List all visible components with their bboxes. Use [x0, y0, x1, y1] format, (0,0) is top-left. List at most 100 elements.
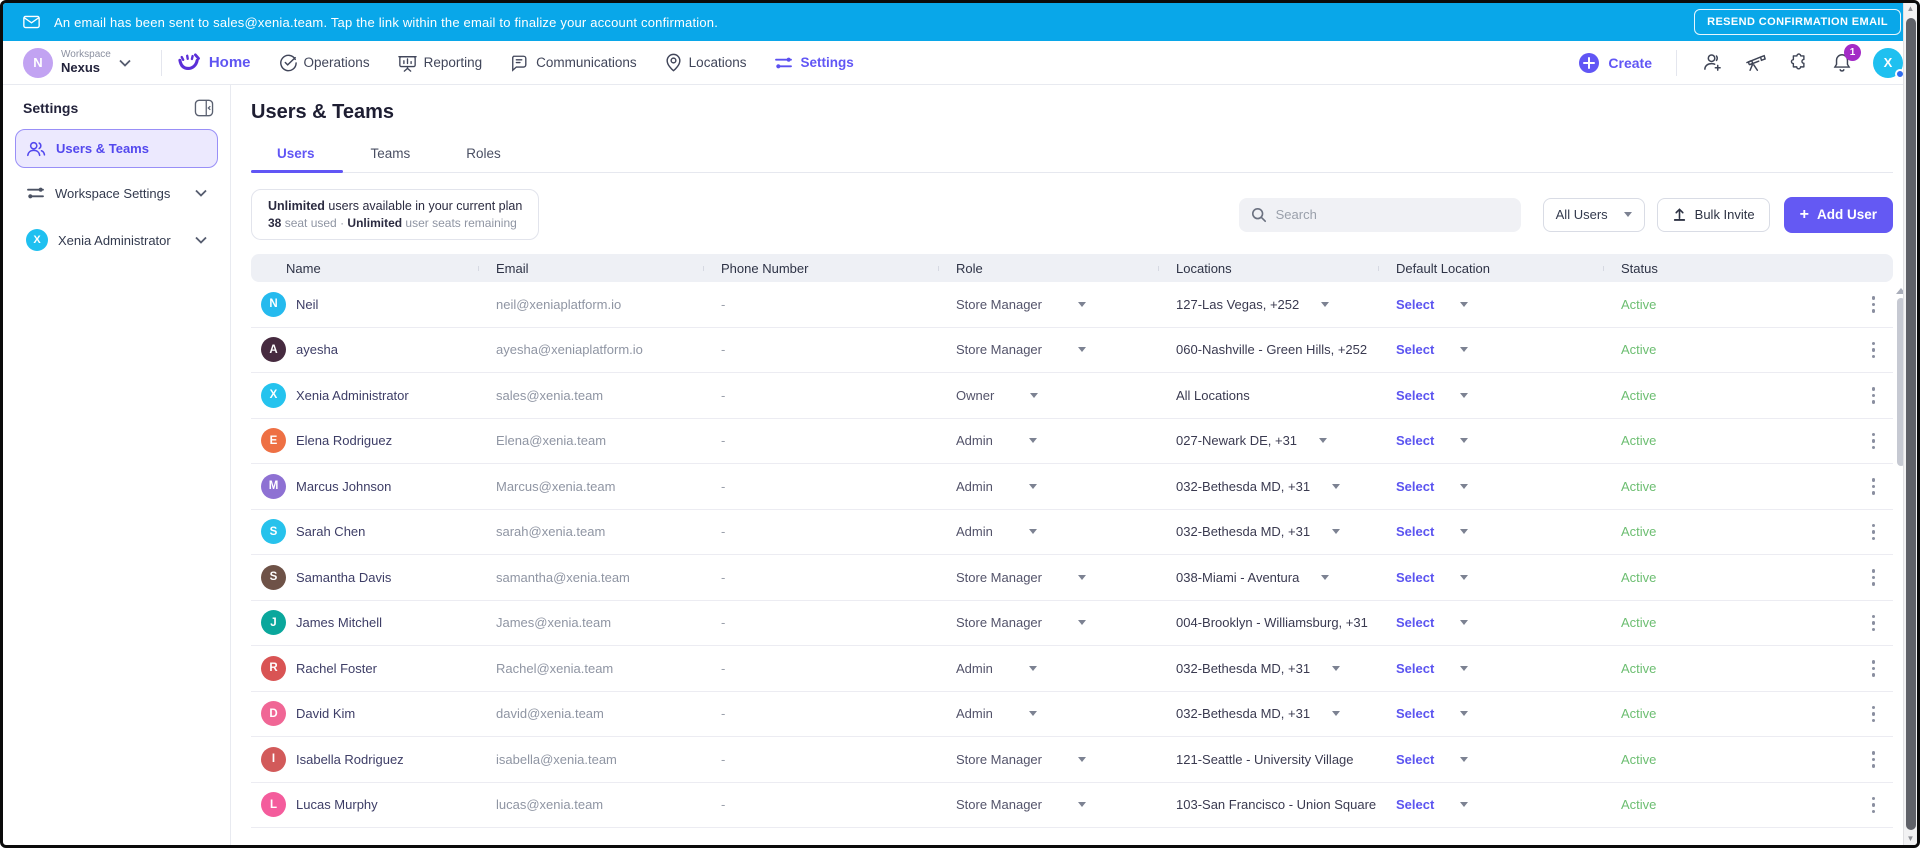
page-scrollbar[interactable]: ▲ ▼ [1903, 3, 1917, 845]
nav-item-reporting[interactable]: Reporting [398, 54, 483, 72]
location-value: 121-Seattle - University Village [1176, 752, 1354, 767]
sidebar-item-workspace-settings[interactable]: Workspace Settings [15, 174, 218, 212]
column-header-email: Email [478, 261, 703, 276]
role-dropdown[interactable]: Admin [938, 524, 1158, 539]
scroll-down-icon[interactable]: ▼ [1907, 833, 1915, 845]
user-name-cell[interactable]: DDavid Kim [251, 701, 478, 726]
user-filter-dropdown[interactable]: All Users [1543, 198, 1645, 232]
workspace-switcher[interactable]: N Workspace Nexus [23, 48, 147, 78]
page-scrollbar-thumb[interactable] [1906, 18, 1916, 830]
tab-users[interactable]: Users [251, 138, 343, 172]
role-dropdown[interactable]: Store Manager [938, 615, 1158, 630]
collapse-sidebar-icon[interactable] [194, 99, 214, 117]
row-actions-menu[interactable] [1872, 569, 1876, 586]
locations-cell[interactable]: 032-Bethesda MD, +31 [1158, 524, 1378, 539]
scroll-up-icon[interactable]: ▲ [1907, 3, 1915, 15]
row-actions-menu[interactable] [1872, 660, 1876, 677]
locations-cell[interactable]: 038-Miami - Aventura [1158, 570, 1378, 585]
primary-nav: Home Operations Reporting Communications Loc… [176, 53, 854, 73]
role-dropdown[interactable]: Admin [938, 479, 1158, 494]
sidebar-item-xenia-administrator[interactable]: XXenia Administrator [15, 218, 218, 262]
bulk-invite-button[interactable]: Bulk Invite [1657, 198, 1770, 232]
default-location-dropdown[interactable]: Select [1378, 342, 1603, 357]
notifications-button[interactable]: 1 [1821, 52, 1863, 73]
locations-cell[interactable]: 103-San Francisco - Union Square [1158, 797, 1378, 812]
user-name-cell[interactable]: XXenia Administrator [251, 383, 478, 408]
locations-cell[interactable]: 004-Brooklyn - Williamsburg, +31 [1158, 615, 1378, 630]
row-actions-menu[interactable] [1872, 751, 1876, 768]
role-dropdown[interactable]: Admin [938, 661, 1158, 676]
locations-cell[interactable]: 121-Seattle - University Village [1158, 752, 1378, 767]
default-location-dropdown[interactable]: Select [1378, 388, 1603, 403]
search-input[interactable] [1276, 207, 1509, 222]
locations-cell[interactable]: 032-Bethesda MD, +31 [1158, 706, 1378, 721]
locations-cell[interactable]: 127-Las Vegas, +252 [1158, 297, 1378, 312]
user-name-cell[interactable]: MMarcus Johnson [251, 474, 478, 499]
role-dropdown[interactable]: Store Manager [938, 797, 1158, 812]
user-name-cell[interactable]: IIsabella Rodriguez [251, 747, 478, 772]
profile-avatar[interactable]: X [1873, 48, 1903, 78]
settings-sidebar: Settings Users & TeamsWorkspace Settings… [3, 85, 231, 848]
user-name-cell[interactable]: JJames Mitchell [251, 610, 478, 635]
user-name-cell[interactable]: NNeil [251, 292, 478, 317]
user-name-cell[interactable]: LLucas Murphy [251, 792, 478, 817]
tab-teams[interactable]: Teams [343, 138, 439, 172]
row-actions-menu[interactable] [1872, 797, 1876, 814]
user-name-cell[interactable]: Aayesha [251, 337, 478, 362]
default-location-dropdown[interactable]: Select [1378, 661, 1603, 676]
user-name-cell[interactable]: SSamantha Davis [251, 565, 478, 590]
nav-label: Communications [536, 55, 637, 70]
user-name: James Mitchell [296, 615, 382, 630]
default-location-dropdown[interactable]: Select [1378, 752, 1603, 767]
user-email-cell: ayesha@xeniaplatform.io [478, 342, 703, 357]
avatar: M [261, 474, 286, 499]
nav-item-home[interactable]: Home [176, 53, 251, 73]
role-dropdown[interactable]: Store Manager [938, 342, 1158, 357]
nav-item-operations[interactable]: Operations [279, 54, 370, 72]
search-box [1239, 198, 1521, 232]
row-actions-menu[interactable] [1872, 342, 1876, 359]
nav-item-settings[interactable]: Settings [774, 55, 853, 71]
row-actions-menu[interactable] [1872, 615, 1876, 632]
row-actions-menu[interactable] [1872, 296, 1876, 313]
resend-confirmation-button[interactable]: RESEND CONFIRMATION EMAIL [1694, 9, 1901, 35]
create-button[interactable]: Create [1568, 52, 1662, 74]
default-location-dropdown[interactable]: Select [1378, 297, 1603, 312]
role-dropdown[interactable]: Store Manager [938, 297, 1158, 312]
row-actions-menu[interactable] [1872, 706, 1876, 723]
default-location-dropdown[interactable]: Select [1378, 570, 1603, 585]
nav-item-locations[interactable]: Locations [665, 53, 747, 72]
locations-cell[interactable]: 032-Bethesda MD, +31 [1158, 661, 1378, 676]
user-email-cell: neil@xeniaplatform.io [478, 297, 703, 312]
row-actions-menu[interactable] [1872, 524, 1876, 541]
nav-item-communications[interactable]: Communications [510, 54, 637, 72]
locations-cell[interactable]: All Locations [1158, 388, 1378, 403]
default-location-dropdown[interactable]: Select [1378, 615, 1603, 630]
user-name-cell[interactable]: EElena Rodriguez [251, 428, 478, 453]
integrations-button[interactable] [1778, 52, 1821, 73]
sidebar-item-users-teams[interactable]: Users & Teams [15, 129, 218, 168]
role-dropdown[interactable]: Owner [938, 388, 1158, 403]
default-location-dropdown[interactable]: Select [1378, 797, 1603, 812]
default-location-dropdown[interactable]: Select [1378, 433, 1603, 448]
locations-cell[interactable]: 027-Newark DE, +31 [1158, 433, 1378, 448]
user-name-cell[interactable]: SSarah Chen [251, 519, 478, 544]
locations-cell[interactable]: 032-Bethesda MD, +31 [1158, 479, 1378, 494]
row-actions-menu[interactable] [1872, 433, 1876, 450]
row-actions-menu[interactable] [1872, 478, 1876, 495]
locations-cell[interactable]: 060-Nashville - Green Hills, +252 [1158, 342, 1378, 357]
role-dropdown[interactable]: Admin [938, 706, 1158, 721]
role-dropdown[interactable]: Store Manager [938, 570, 1158, 585]
role-dropdown[interactable]: Admin [938, 433, 1158, 448]
default-location-dropdown[interactable]: Select [1378, 524, 1603, 539]
default-location-dropdown[interactable]: Select [1378, 706, 1603, 721]
tab-roles[interactable]: Roles [438, 138, 529, 172]
row-actions-menu[interactable] [1872, 387, 1876, 404]
whats-new-button[interactable] [1734, 53, 1778, 73]
table-row: SSamantha Davissamantha@xenia.team-Store… [251, 555, 1893, 601]
role-dropdown[interactable]: Store Manager [938, 752, 1158, 767]
user-name-cell[interactable]: RRachel Foster [251, 656, 478, 681]
add-user-button[interactable]: + Add User [1784, 197, 1893, 233]
default-location-dropdown[interactable]: Select [1378, 479, 1603, 494]
invite-user-button[interactable] [1691, 53, 1734, 72]
